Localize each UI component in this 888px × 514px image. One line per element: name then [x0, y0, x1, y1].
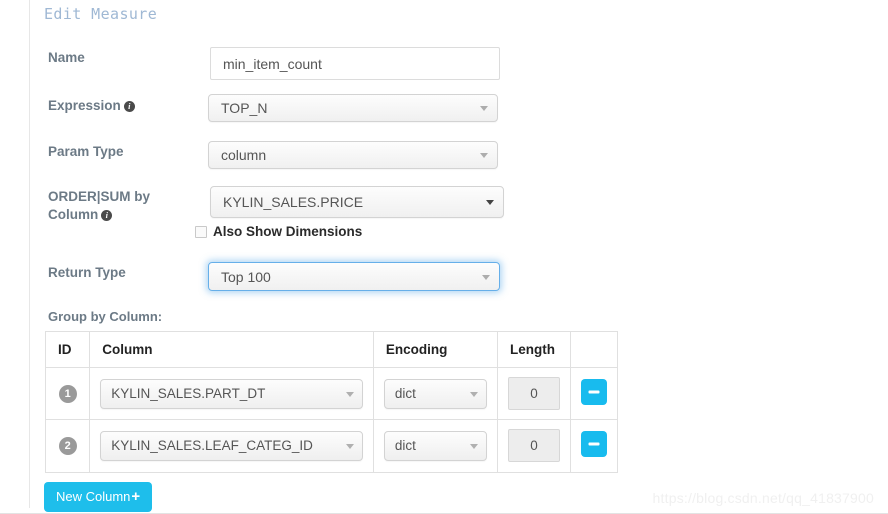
- order-sum-by-column-select[interactable]: KYLIN_SALES.PRICE: [210, 186, 504, 218]
- info-icon[interactable]: i: [123, 101, 135, 112]
- chevron-down-icon: [480, 153, 488, 158]
- name-label-text: Name: [48, 50, 85, 65]
- chevron-down-icon: [480, 106, 488, 111]
- row-column-select[interactable]: KYLIN_SALES.LEAF_CATEG_ID: [100, 430, 363, 461]
- column-header-actions: [570, 332, 617, 368]
- row-column-select[interactable]: KYLIN_SALES.PART_DT: [100, 378, 363, 409]
- watermark: https://blog.csdn.net/qq_41837900: [652, 490, 874, 506]
- chevron-down-icon: [486, 200, 494, 205]
- param-type-label-text: Param Type: [48, 144, 124, 159]
- return-type-label: Return Type: [48, 264, 126, 282]
- group-by-table: ID Column Encoding Length 1 KYLIN_SALES.…: [45, 331, 618, 473]
- row-encoding-select-value: dict: [394, 386, 416, 401]
- column-header-encoding: Encoding: [373, 332, 498, 368]
- new-column-button-label: New Column: [56, 489, 131, 504]
- row-column-cell: KYLIN_SALES.PART_DT: [89, 367, 374, 420]
- order-sum-label-line2: Column: [48, 207, 99, 222]
- row-column-select-value: KYLIN_SALES.PART_DT: [111, 386, 266, 401]
- order-sum-select-value: KYLIN_SALES.PRICE: [223, 194, 364, 210]
- row-length-cell: [497, 367, 571, 420]
- row-encoding-cell: dict: [373, 367, 498, 420]
- table-row: 2 KYLIN_SALES.LEAF_CATEG_ID dict: [46, 419, 617, 472]
- group-by-column-label: Group by Column:: [48, 309, 163, 324]
- name-label: Name: [48, 49, 85, 67]
- expression-select[interactable]: TOP_N: [208, 94, 498, 122]
- row-encoding-cell: dict: [373, 419, 498, 472]
- row-column-select-value: KYLIN_SALES.LEAF_CATEG_ID: [111, 438, 313, 454]
- also-show-dimensions-row[interactable]: Also Show Dimensions: [195, 224, 362, 239]
- remove-row-button[interactable]: [580, 378, 607, 405]
- row-id-cell: 1: [46, 367, 91, 420]
- chevron-down-icon: [469, 391, 478, 397]
- left-divider: [29, 0, 30, 508]
- chevron-down-icon: [469, 443, 478, 449]
- return-type-select[interactable]: Top 100: [208, 262, 500, 291]
- also-show-dimensions-label: Also Show Dimensions: [213, 224, 363, 239]
- column-header-length: Length: [497, 332, 571, 368]
- remove-row-button[interactable]: [580, 430, 607, 457]
- row-number-badge: 1: [58, 385, 77, 403]
- expression-label-text: Expression: [48, 98, 121, 113]
- row-length-input[interactable]: [507, 429, 560, 463]
- row-encoding-select[interactable]: dict: [383, 378, 487, 409]
- chevron-down-icon: [482, 274, 490, 280]
- row-actions-cell: [570, 419, 617, 472]
- expression-select-value: TOP_N: [221, 100, 268, 116]
- row-encoding-select-value: dict: [394, 438, 416, 454]
- row-column-cell: KYLIN_SALES.LEAF_CATEG_ID: [89, 419, 374, 472]
- page-title: Edit Measure: [44, 5, 158, 23]
- row-number-badge: 2: [58, 437, 77, 456]
- new-column-button[interactable]: New Column +: [44, 482, 153, 512]
- row-length-cell: [497, 419, 571, 472]
- param-type-select-value: column: [221, 147, 267, 163]
- row-actions-cell: [570, 367, 617, 420]
- info-icon[interactable]: i: [101, 210, 113, 221]
- return-type-label-text: Return Type: [48, 265, 126, 280]
- name-input[interactable]: [210, 47, 500, 80]
- edit-measure-dialog: Edit Measure Name Expressioni TOP_N Para…: [0, 0, 888, 514]
- column-header-column: Column: [89, 332, 374, 368]
- chevron-down-icon: [345, 391, 354, 397]
- order-sum-by-column-label: ORDER|SUM by Column i: [48, 188, 198, 224]
- row-length-input[interactable]: [507, 377, 560, 410]
- table-header-row: ID Column Encoding Length: [46, 332, 617, 368]
- column-header-id: ID: [46, 332, 91, 368]
- param-type-label: Param Type: [48, 143, 124, 161]
- param-type-select[interactable]: column: [208, 141, 498, 169]
- order-sum-label-line1: ORDER|SUM by: [48, 189, 151, 204]
- expression-label: Expression i: [48, 97, 135, 115]
- table-row: 1 KYLIN_SALES.PART_DT dict: [46, 367, 617, 420]
- row-id-cell: 2: [46, 419, 91, 472]
- row-encoding-select[interactable]: dict: [383, 430, 487, 461]
- plus-icon: +: [131, 488, 141, 505]
- return-type-select-value: Top 100: [221, 268, 271, 285]
- also-show-dimensions-checkbox[interactable]: [195, 225, 207, 238]
- chevron-down-icon: [345, 443, 354, 449]
